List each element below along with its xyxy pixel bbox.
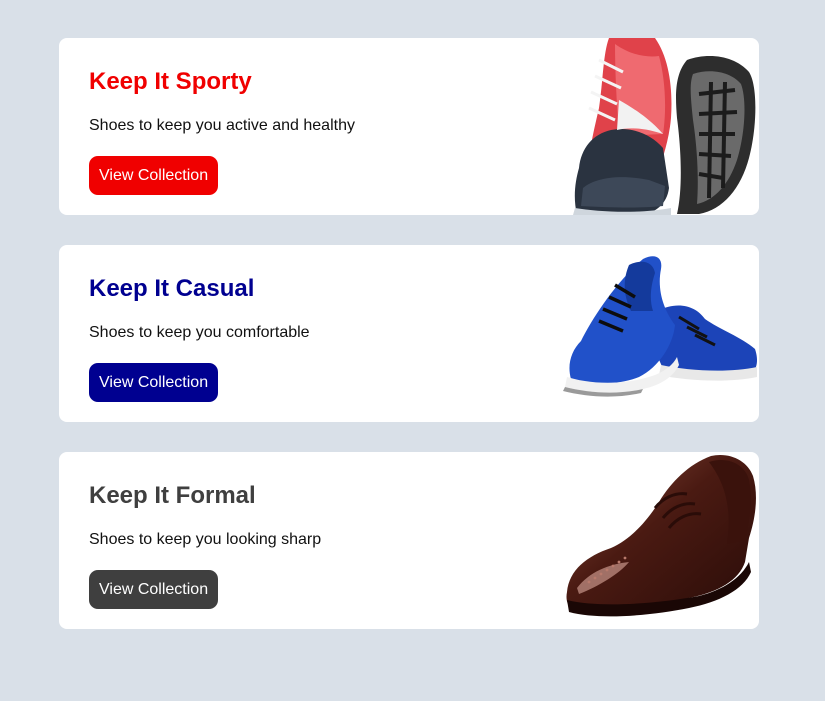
view-collection-button[interactable]: View Collection xyxy=(89,570,219,609)
collection-card-sporty: Keep It Sporty Shoes to keep you active … xyxy=(59,38,759,215)
card-description: Shoes to keep you comfortable xyxy=(89,324,310,341)
card-description: Shoes to keep you looking sharp xyxy=(89,531,322,548)
card-description: Shoes to keep you active and healthy xyxy=(89,117,355,134)
collection-card-casual: Keep It Casual Shoes to keep you comfort… xyxy=(59,245,759,422)
formal-shoe-icon xyxy=(559,452,759,629)
casual-sneaker-icon xyxy=(559,245,759,422)
card-title: Keep It Formal xyxy=(89,482,256,509)
collection-list: Keep It Sporty Shoes to keep you active … xyxy=(59,38,759,659)
view-collection-button[interactable]: View Collection xyxy=(89,363,219,402)
view-collection-button[interactable]: View Collection xyxy=(89,156,219,195)
card-title: Keep It Sporty xyxy=(89,68,252,95)
sport-sneaker-icon xyxy=(559,38,759,215)
card-title: Keep It Casual xyxy=(89,275,255,302)
collection-card-formal: Keep It Formal Shoes to keep you looking… xyxy=(59,452,759,629)
